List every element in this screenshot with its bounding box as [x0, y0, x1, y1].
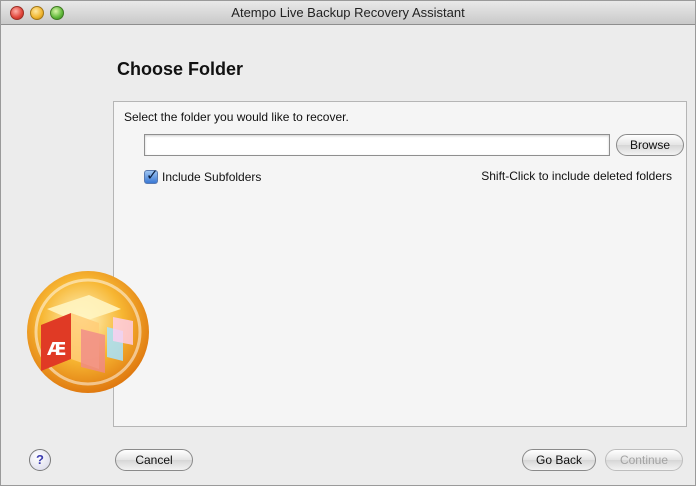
include-subfolders-option[interactable]: ✓ Include Subfolders	[144, 166, 262, 185]
page-title: Choose Folder	[117, 59, 244, 79]
shift-click-hint: Shift-Click to include deleted folders	[481, 169, 672, 183]
continue-button[interactable]: Continue	[605, 449, 683, 471]
go-back-button[interactable]: Go Back	[522, 449, 596, 471]
help-button[interactable]: ?	[29, 449, 51, 471]
include-subfolders-label: Include Subfolders	[162, 170, 262, 184]
content-panel: Select the folder you would like to reco…	[113, 101, 687, 427]
svg-text:Æ: Æ	[47, 339, 67, 360]
folder-path-input[interactable]	[144, 134, 610, 156]
cancel-button[interactable]: Cancel	[115, 449, 193, 471]
window-title: Atempo Live Backup Recovery Assistant	[231, 5, 465, 20]
instruction-text: Select the folder you would like to reco…	[124, 110, 349, 124]
atempo-logo-icon: Æ	[27, 271, 149, 393]
assistant-window: Atempo Live Backup Recovery Assistant Ch…	[0, 0, 696, 486]
browse-button[interactable]: Browse	[616, 134, 684, 156]
title-bar: Atempo Live Backup Recovery Assistant	[1, 1, 695, 25]
checkmark-icon: ✓	[146, 166, 159, 184]
include-subfolders-checkbox[interactable]: ✓	[144, 166, 159, 184]
